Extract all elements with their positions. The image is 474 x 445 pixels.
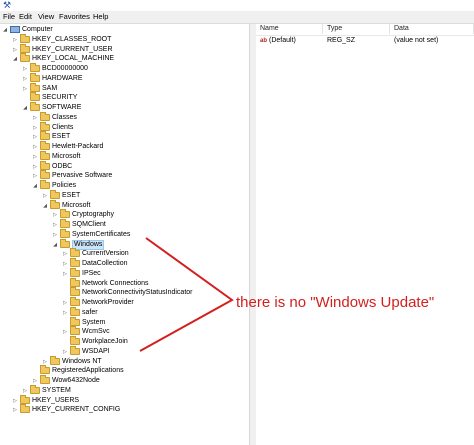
annotation-text: there is no "Windows Update" <box>236 294 435 311</box>
annotation-arrow <box>139 237 234 352</box>
